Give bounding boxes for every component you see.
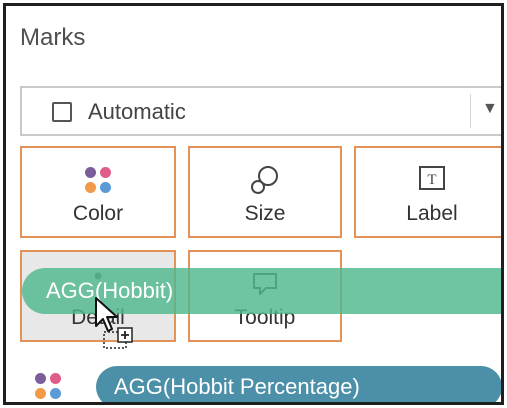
size-card[interactable]: Size — [188, 146, 342, 238]
mark-type-dropdown[interactable]: Automatic ▼ — [20, 86, 501, 136]
label-card[interactable]: T Label — [354, 146, 501, 238]
color-card-label: Color — [72, 202, 124, 225]
label-card-label: Label — [406, 202, 458, 225]
label-icon: T — [356, 164, 501, 196]
mark-type-label: Automatic — [88, 99, 186, 124]
size-card-label: Size — [244, 202, 286, 225]
color-field-pill[interactable]: AGG(Hobbit Percentage) — [96, 366, 501, 402]
label-icon-glyph: T — [427, 172, 436, 188]
color-dots-icon — [22, 164, 174, 196]
color-card[interactable]: Color — [20, 146, 176, 238]
marks-title: Marks — [20, 24, 86, 51]
chevron-down-icon[interactable]: ▼ — [482, 100, 498, 118]
marks-card: Marks Automatic ▼ Color Size T Label Too… — [3, 3, 504, 405]
color-encoding-icon — [32, 370, 64, 402]
size-icon — [190, 164, 340, 196]
color-field-label: AGG(Hobbit Percentage) — [114, 374, 360, 399]
drag-cursor-icon — [95, 297, 133, 349]
square-icon — [52, 102, 72, 122]
dropdown-separator — [470, 94, 471, 128]
